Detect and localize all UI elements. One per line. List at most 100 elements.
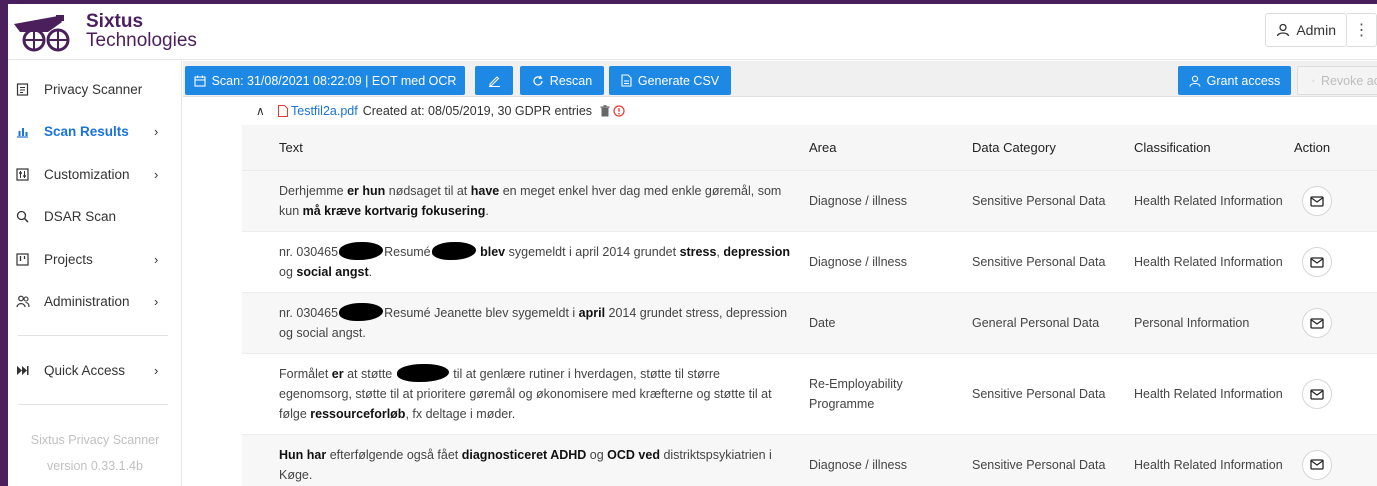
sidebar-item-label: Quick Access [44,362,126,378]
sidebar-divider [18,404,168,405]
finding-classification: Personal Information [1134,316,1250,330]
revoke-label: Revoke ac [1320,73,1377,88]
scan-select-button[interactable]: Scan: 31/08/2021 08:22:09 | EOT med OCR [185,66,465,95]
sidebar-item-quick-access[interactable]: Quick Access › [8,349,182,391]
envelope-icon [1310,459,1324,470]
error-icon [613,105,625,117]
rescan-label: Rescan [549,73,593,88]
brand-name-line2: Technologies [86,30,197,51]
projects-icon [8,252,44,266]
collapse-chevron-icon[interactable]: ∧ [256,104,278,118]
envelope-icon [1310,195,1324,207]
chevron-right-icon: › [154,123,159,139]
app-version: version 0.33.1.4b [47,459,143,473]
email-action-button[interactable] [1302,308,1332,338]
grant-access-button[interactable]: Grant access [1178,66,1291,95]
csv-label: Generate CSV [637,73,720,88]
chart-icon [8,125,44,138]
sidebar-item-scan-results[interactable]: Scan Results › [8,110,182,152]
table-row: Derhjemme er hun nødsaget til at have en… [242,171,1377,232]
finding-text: Derhjemme er hun nødsaget til at have en… [279,184,782,218]
email-action-button[interactable] [1302,379,1332,409]
revoke-access-button[interactable]: Revoke ac [1297,66,1377,95]
envelope-icon [1310,317,1324,329]
sidebar-divider [18,335,168,336]
table-row: nr. 030465 Resumé blev sygemeldt i april … [242,232,1377,293]
trash-icon[interactable] [600,105,610,117]
grant-label: Grant access [1206,73,1281,88]
table-row: Hun har efterfølgende også fået diagnost… [242,435,1377,486]
admin-user-button[interactable]: Admin [1265,13,1347,47]
app-name-footer: Sixtus Privacy Scanner [30,433,160,447]
calendar-icon [194,75,206,87]
sidebar-item-administration[interactable]: Administration › [8,280,182,322]
sidebar-item-label: DSAR Scan [44,208,117,224]
finding-text: nr. 030465 Resumé blev sygemeldt i april … [242,242,799,282]
app-frame: Sixtus Technologies Admin ⋮ Privacy Scan… [8,4,1377,486]
user-icon [1277,23,1290,37]
rescan-button[interactable]: Rescan [520,66,604,95]
sidebar-item-label: Customization [44,166,130,182]
finding-area: Diagnose / illness [809,194,907,208]
finding-classification: Health Related Information [1134,255,1283,269]
finding-category: Sensitive Personal Data [972,194,1106,208]
finding-classification: Health Related Information [1134,457,1283,472]
fast-forward-icon [8,365,44,376]
email-action-button[interactable] [1302,247,1332,277]
pdf-file-icon [278,105,288,117]
envelope-icon [1310,388,1324,400]
chevron-right-icon: › [154,293,159,309]
scan-toolbar: Scan: 31/08/2021 08:22:09 | EOT med OCR … [183,61,1377,97]
user-icon [1312,79,1315,82]
file-meta: Created at: 08/05/2019, 30 GDPR entries [362,104,593,118]
envelope-icon [1310,256,1324,268]
sidebar-item-projects[interactable]: Projects › [8,238,182,280]
email-action-button[interactable] [1302,186,1332,216]
email-action-button[interactable] [1302,449,1332,480]
finding-area: Date [809,316,836,330]
kebab-icon[interactable]: ⋮ [1347,13,1377,47]
chevron-right-icon: › [154,251,159,267]
file-icon [621,74,632,87]
finding-area: Re-Employability Programme [809,377,903,411]
column-header-area: Area [809,140,837,155]
redaction-mark [396,364,449,382]
user-icon [1189,75,1201,87]
generate-csv-button[interactable]: Generate CSV [609,66,731,95]
sidebar-item-dsar-scan[interactable]: DSAR Scan [8,195,182,237]
finding-text: Hun har efterfølgende også fået diagnost… [279,447,772,482]
column-header-action: Action [1294,140,1331,155]
finding-classification: Health Related Information [1134,194,1283,208]
scanner-icon [8,82,44,96]
sidebar-item-label: Administration [44,293,130,309]
file-header: ∧ Testfil2a.pdf Created at: 08/05/2019, … [256,98,625,124]
table-row: Formålet er at støtte til at genlære rut… [242,354,1377,435]
finding-area: Diagnose / illness [809,457,907,472]
users-icon [8,295,44,308]
redaction-mark [339,242,384,260]
brand-name-line1: Sixtus [86,11,144,32]
finding-area: Diagnose / illness [809,255,907,269]
finding-classification: Health Related Information [1134,387,1283,401]
sliders-icon [8,167,44,181]
column-header-classification: Classification [1134,140,1211,155]
brand-logo[interactable]: Sixtus Technologies [12,10,197,52]
top-header: Sixtus Technologies Admin ⋮ [8,4,1377,60]
column-header-category: Data Category [972,140,1056,155]
sidebar-item-privacy-scanner[interactable]: Privacy Scanner [8,68,182,110]
redaction-mark [339,303,384,321]
sidebar-item-label: Scan Results [44,123,129,139]
sidebar-item-label: Projects [44,251,93,267]
chevron-right-icon: › [154,362,159,378]
table-header: Text Area Data Category Classification A… [242,125,1377,171]
edit-button[interactable] [475,66,513,95]
file-name-link[interactable]: Testfil2a.pdf [291,104,358,118]
chevron-right-icon: › [154,166,159,182]
sidebar: Privacy Scanner Scan Results › Customiza… [8,61,182,486]
cannon-logo-icon [14,15,70,52]
pencil-icon [488,76,500,87]
column-header-text: Text [279,140,303,155]
sidebar-item-customization[interactable]: Customization › [8,153,182,195]
search-icon [8,210,44,223]
finding-category: Sensitive Personal Data [972,387,1106,401]
